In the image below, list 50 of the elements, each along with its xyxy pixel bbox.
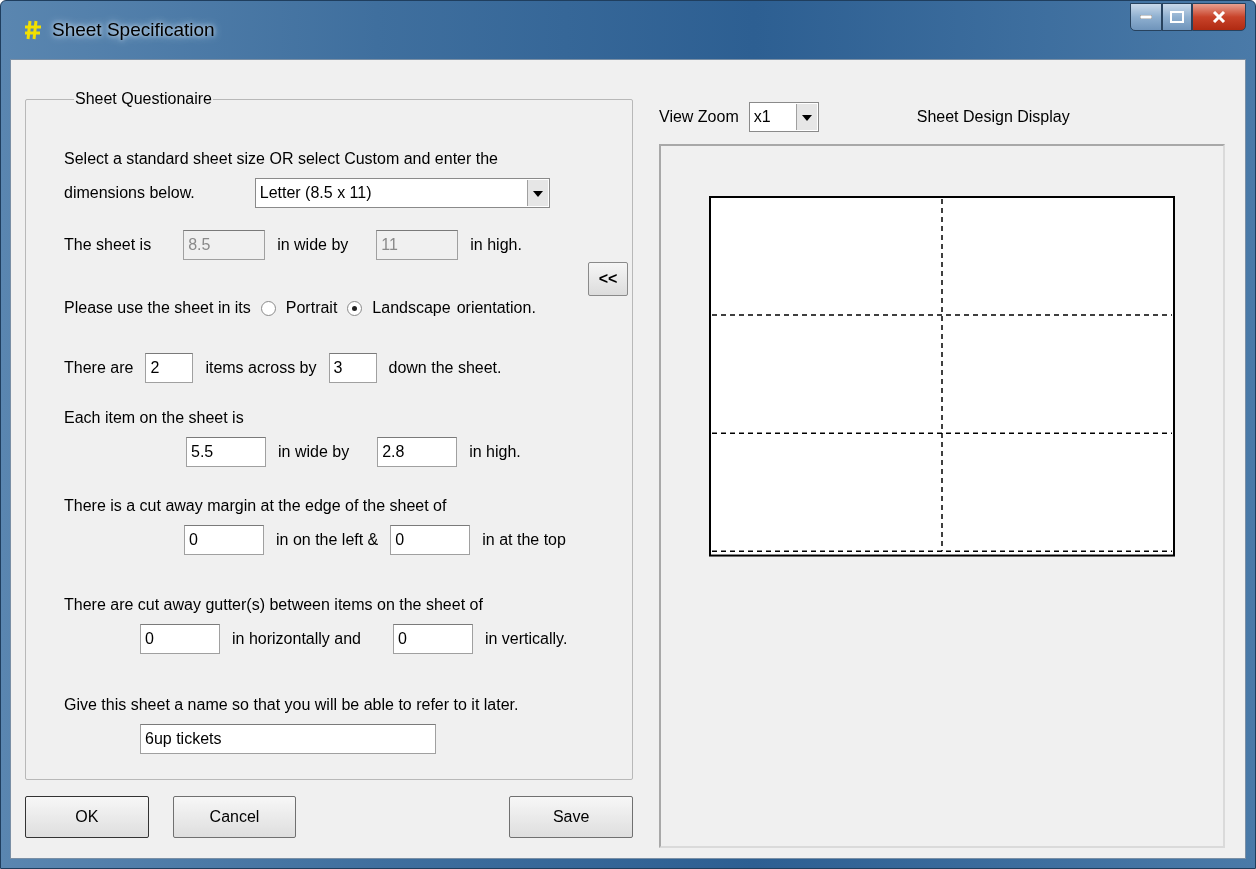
- label: in wide by: [277, 236, 349, 254]
- dialog-button[interactable]: Cancel: [172, 796, 297, 838]
- minimize-button[interactable]: [1130, 3, 1162, 31]
- zoom-dropdown[interactable]: x1: [748, 102, 819, 132]
- close-icon: [1212, 11, 1226, 23]
- input-field[interactable]: 0: [140, 624, 220, 654]
- caret-icon: [795, 104, 817, 130]
- maximize-icon: [1170, 11, 1184, 23]
- input-field[interactable]: 3: [328, 353, 377, 383]
- dialog-button[interactable]: OK: [25, 796, 149, 838]
- instruction-text: Select a standard sheet size OR select Custom and enter the: [64, 150, 498, 168]
- label: items across by: [205, 359, 317, 377]
- instruction-text: Each item on the sheet is: [64, 409, 244, 427]
- instruction-text: There are cut away gutter(s) between items on the sheet of: [64, 596, 483, 614]
- input-field[interactable]: 2: [145, 353, 194, 383]
- input-field[interactable]: 0: [390, 525, 471, 555]
- window-title: Sheet Specification: [52, 19, 215, 41]
- label: There are: [64, 359, 134, 377]
- label: in high.: [469, 443, 521, 461]
- caret-icon: [526, 180, 548, 206]
- minimize-icon: [1140, 15, 1152, 19]
- instruction-text: dimensions below.: [64, 184, 195, 202]
- input-field[interactable]: 2.8: [377, 437, 458, 467]
- input-field[interactable]: 0: [184, 525, 264, 555]
- collapse-button[interactable]: <<: [588, 262, 628, 296]
- orientation-radio[interactable]: Portrait: [260, 299, 338, 317]
- instruction-text: Give this sheet a name so that you will be able to refer to it later.: [64, 696, 519, 714]
- label: orientation.: [456, 299, 536, 317]
- instruction-text: There is a cut away margin at the edge of the sheet of: [64, 497, 447, 515]
- label: in wide by: [278, 443, 350, 461]
- display-title: Sheet Design Display: [916, 108, 1070, 126]
- label: Please use the sheet in its: [64, 299, 251, 317]
- maximize-button[interactable]: [1162, 3, 1192, 31]
- label: View Zoom: [659, 108, 739, 126]
- orientation-radio[interactable]: Landscape: [347, 299, 451, 317]
- close-button[interactable]: [1192, 3, 1246, 31]
- dialog-button[interactable]: Save: [509, 796, 633, 838]
- label: in at the top: [482, 531, 566, 549]
- label: down the sheet.: [388, 359, 502, 377]
- label: in horizontally and: [232, 630, 361, 648]
- label: in on the left &: [276, 531, 379, 549]
- input-field[interactable]: 0: [392, 624, 473, 654]
- sheet-size-dropdown[interactable]: Letter (8.5 x 11): [254, 178, 550, 208]
- hash-icon: [24, 20, 42, 40]
- group-title: Sheet Questionaire: [74, 90, 213, 108]
- label: in high.: [470, 236, 522, 254]
- input-field[interactable]: 5.5: [186, 437, 266, 467]
- label: in vertically.: [484, 630, 568, 648]
- input-field[interactable]: 6up tickets: [140, 724, 436, 754]
- label: The sheet is: [64, 236, 152, 254]
